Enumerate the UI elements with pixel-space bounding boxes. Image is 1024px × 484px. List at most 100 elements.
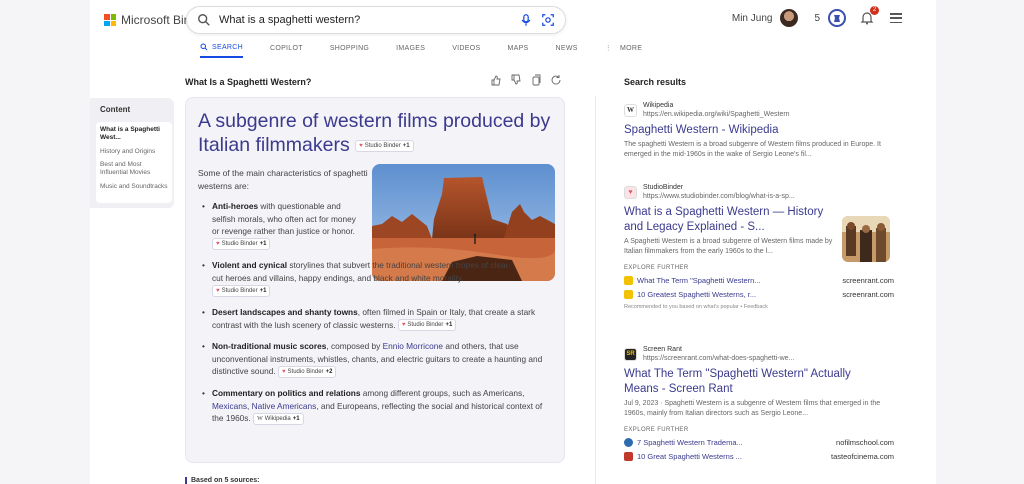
result-url: https://en.wikipedia.org/wiki/Spaghetti_… bbox=[643, 111, 790, 118]
tasteofcinema-icon bbox=[624, 452, 633, 461]
search-icon bbox=[200, 43, 208, 51]
tab-more[interactable]: ⋮ MORE bbox=[605, 40, 643, 58]
result-source[interactable]: W Wikipedia https://en.wikipedia.org/wik… bbox=[624, 101, 894, 119]
citation-badge[interactable]: ♥ Studio Binder +1 bbox=[397, 319, 457, 332]
outline-list: What is a Spaghetti West... History and … bbox=[96, 122, 172, 203]
search-box[interactable] bbox=[186, 6, 566, 34]
explore-link[interactable]: 10 Greatest Spaghetti Westerns, r... scr… bbox=[624, 290, 894, 299]
tab-maps[interactable]: MAPS bbox=[507, 40, 528, 58]
citation-badge[interactable]: ♥ Studio Binder +2 bbox=[277, 366, 337, 379]
answer-bullets: Anti-heroes with questionable and selfis… bbox=[198, 200, 554, 434]
result-title-link[interactable]: What The Term "Spaghetti Western" Actual… bbox=[624, 367, 874, 397]
avatar[interactable] bbox=[780, 9, 799, 27]
mexicans-link[interactable]: Mexicans bbox=[212, 401, 247, 411]
result-thumbnail[interactable] bbox=[842, 216, 890, 262]
studiobinder-icon: ♥ bbox=[401, 322, 406, 329]
nofilmschool-icon bbox=[624, 438, 633, 447]
citation-badge[interactable]: ♥ Studio Binder +1 bbox=[212, 238, 271, 251]
tab-search[interactable]: SEARCH bbox=[200, 40, 243, 58]
result-site: StudioBinder bbox=[643, 184, 684, 191]
outline-item[interactable]: Best and Most Influential Movies bbox=[100, 161, 168, 177]
screenrant-icon bbox=[624, 290, 633, 299]
microphone-icon[interactable] bbox=[519, 13, 533, 27]
wikipedia-icon: W bbox=[624, 103, 637, 117]
ennio-morricone-link[interactable]: Ennio Morricone bbox=[383, 341, 443, 351]
bing-logo[interactable]: Microsoft Bing bbox=[104, 13, 197, 27]
answer-question: What Is a Spaghetti Western? bbox=[185, 77, 312, 87]
result-site: Wikipedia bbox=[643, 102, 674, 109]
studiobinder-icon: ♥ bbox=[281, 369, 286, 376]
list-item: Violent and cynical storylines that subv… bbox=[198, 259, 518, 298]
answer-card: A subgenre of western films produced by … bbox=[185, 97, 565, 463]
thumbs-down-icon[interactable] bbox=[510, 74, 522, 86]
divider bbox=[595, 96, 596, 484]
search-icon bbox=[198, 14, 210, 26]
user-name[interactable]: Min Jung bbox=[732, 13, 773, 24]
screenrant-icon: SR bbox=[624, 347, 637, 361]
citation-badge[interactable]: ♥ Studio Binder +1 bbox=[212, 285, 271, 298]
result-site: Screen Rant bbox=[643, 346, 682, 353]
explore-further-label: EXPLORE FURTHER bbox=[624, 427, 689, 433]
result-url: https://screenrant.com/what-does-spaghet… bbox=[643, 355, 795, 362]
sources-label: Based on 5 sources: bbox=[185, 477, 259, 484]
search-input[interactable] bbox=[219, 14, 519, 26]
answer-headline: A subgenre of western films produced by … bbox=[198, 110, 551, 156]
thumbs-up-icon[interactable] bbox=[490, 74, 502, 86]
nav-tabs: SEARCH COPILOT SHOPPING IMAGES VIDEOS MA… bbox=[200, 40, 669, 58]
list-item: Anti-heroes with questionable and selfis… bbox=[198, 200, 358, 251]
tab-images[interactable]: IMAGES bbox=[396, 40, 425, 58]
list-item: Commentary on politics and relations amo… bbox=[198, 387, 554, 426]
tab-shopping[interactable]: SHOPPING bbox=[330, 40, 369, 58]
notifications-button[interactable]: 2 bbox=[860, 6, 879, 25]
outline-title: Content bbox=[100, 105, 131, 114]
answer-intro: Some of the main characteristics of spag… bbox=[198, 168, 368, 191]
search-result: SR Screen Rant https://screenrant.com/wh… bbox=[624, 345, 894, 461]
explore-link[interactable]: 7 Spaghetti Western Tradema... nofilmsch… bbox=[624, 438, 894, 447]
outline-item[interactable]: Music and Soundtracks bbox=[100, 183, 168, 191]
rewards-icon[interactable] bbox=[828, 9, 846, 27]
explore-further-label: EXPLORE FURTHER bbox=[624, 265, 689, 271]
outline-item[interactable]: History and Origins bbox=[100, 148, 168, 156]
result-snippet: A Spaghetti Western is a broad subgenre … bbox=[624, 238, 833, 255]
studiobinder-icon: ♥ bbox=[216, 288, 220, 295]
explore-link[interactable]: What The Term "Spaghetti Western... scre… bbox=[624, 276, 894, 285]
citation-badge[interactable]: ♥ Studio Binder +1 bbox=[355, 139, 414, 152]
result-snippet: The spaghetti Western is a broad subgenr… bbox=[624, 141, 881, 158]
list-item: Non-traditional music scores, composed b… bbox=[198, 340, 554, 379]
film-still-image bbox=[842, 216, 890, 262]
reward-count: 5 bbox=[814, 12, 820, 24]
studiobinder-icon: ♥ bbox=[216, 241, 220, 248]
refresh-icon[interactable] bbox=[550, 74, 562, 86]
divider: ⋮ bbox=[604, 45, 613, 52]
native-americans-link[interactable]: Native Americans bbox=[252, 401, 317, 411]
visual-search-icon[interactable] bbox=[541, 13, 555, 27]
result-title-link[interactable]: What is a Spaghetti Western — History an… bbox=[624, 205, 829, 235]
result-source[interactable]: ♥ StudioBinder https://www.studiobinder.… bbox=[624, 183, 894, 201]
answer-actions bbox=[490, 74, 562, 86]
result-source[interactable]: SR Screen Rant https://screenrant.com/wh… bbox=[624, 345, 894, 363]
result-url: https://www.studiobinder.com/blog/what-i… bbox=[643, 193, 795, 200]
notification-badge: 2 bbox=[870, 6, 879, 15]
studiobinder-icon: ♥ bbox=[359, 142, 363, 149]
results-title: Search results bbox=[624, 77, 687, 87]
microsoft-logo-icon bbox=[104, 14, 116, 26]
copy-icon[interactable] bbox=[530, 74, 542, 86]
search-result: W Wikipedia https://en.wikipedia.org/wik… bbox=[624, 101, 894, 160]
page: Microsoft Bing Min Jung 5 2 SEARCH bbox=[90, 0, 936, 484]
tab-copilot[interactable]: COPILOT bbox=[270, 40, 303, 58]
tab-news[interactable]: NEWS bbox=[556, 40, 578, 58]
list-item: Desert landscapes and shanty towns, ofte… bbox=[198, 306, 554, 332]
outline-item[interactable]: What is a Spaghetti West... bbox=[100, 126, 168, 142]
screenrant-icon bbox=[624, 276, 633, 285]
wikipedia-icon: W bbox=[257, 416, 263, 423]
citation-badge[interactable]: W Wikipedia +1 bbox=[253, 413, 304, 426]
tab-videos[interactable]: VIDEOS bbox=[452, 40, 480, 58]
result-snippet: Jul 9, 2023 · Spaghetti Western is a sub… bbox=[624, 400, 881, 417]
result-title-link[interactable]: Spaghetti Western - Wikipedia bbox=[624, 123, 894, 138]
hamburger-menu-icon[interactable] bbox=[890, 13, 902, 23]
content-outline: Content What is a Spaghetti West... Hist… bbox=[90, 98, 174, 208]
header: Microsoft Bing Min Jung 5 2 SEARCH bbox=[90, 0, 936, 60]
explore-link[interactable]: 10 Great Spaghetti Westerns ... tasteofc… bbox=[624, 452, 894, 461]
studiobinder-icon: ♥ bbox=[624, 185, 637, 199]
header-right: Min Jung 5 2 bbox=[732, 6, 902, 27]
